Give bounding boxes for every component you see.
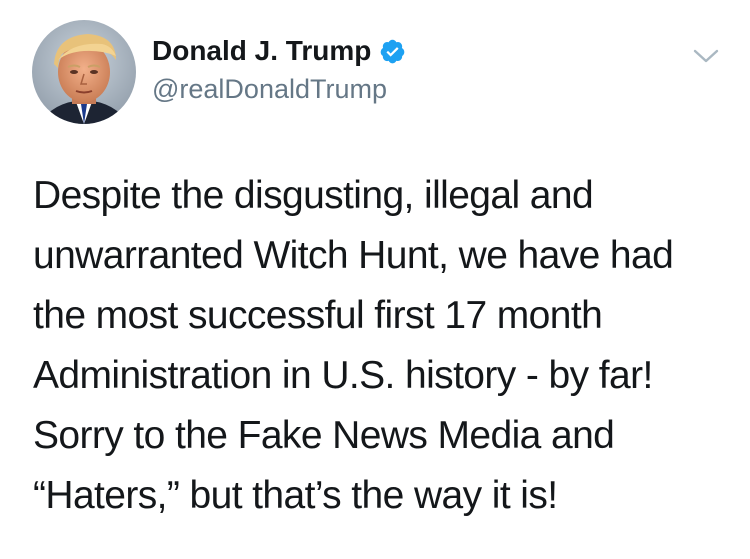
author-handle[interactable]: @realDonaldTrump bbox=[152, 72, 387, 106]
verified-badge-icon bbox=[379, 38, 406, 65]
avatar-photo-icon bbox=[32, 20, 136, 124]
tweet-menu-button[interactable] bbox=[692, 46, 720, 66]
author-avatar[interactable] bbox=[32, 20, 136, 124]
tweet-card: Donald J. Trump @realDonaldTrump Despite… bbox=[0, 0, 750, 559]
author-name-row: Donald J. Trump bbox=[152, 34, 406, 68]
author-display-name[interactable]: Donald J. Trump bbox=[152, 34, 371, 68]
tweet-text: Despite the disgusting, illegal and unwa… bbox=[33, 174, 674, 517]
chevron-down-icon bbox=[693, 49, 719, 63]
tweet-header: Donald J. Trump @realDonaldTrump bbox=[32, 20, 750, 124]
